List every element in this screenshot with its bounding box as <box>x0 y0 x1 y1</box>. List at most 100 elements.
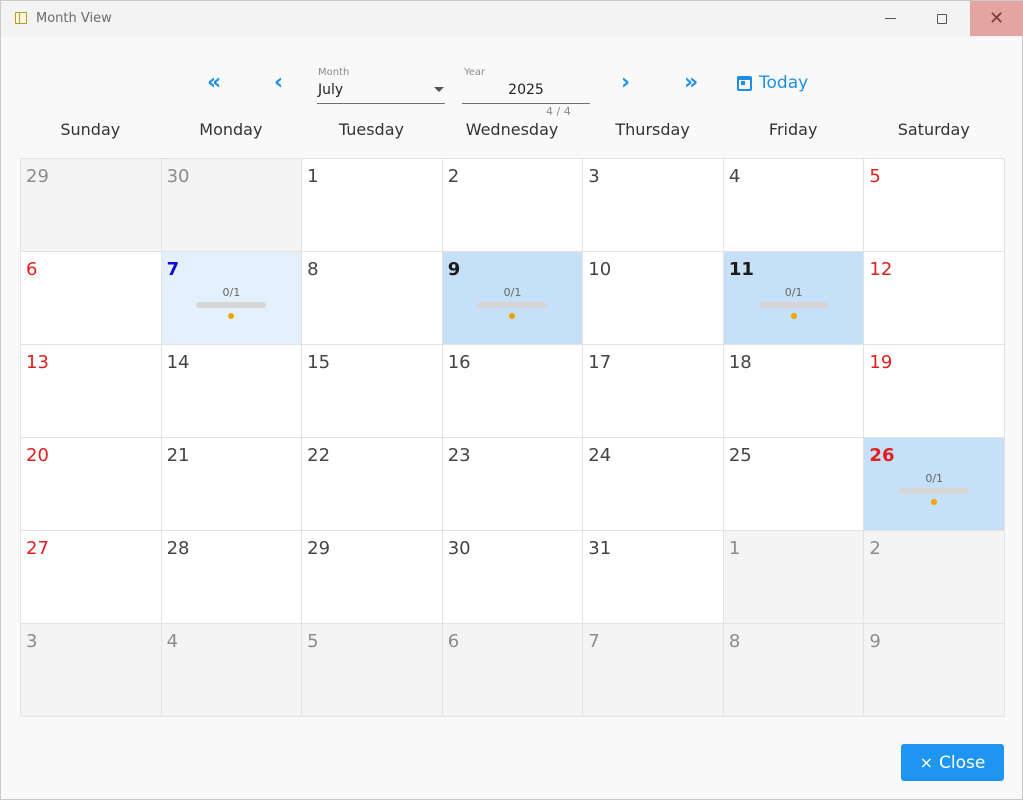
day-number: 2 <box>869 538 881 559</box>
weekday-label: Tuesday <box>338 120 404 139</box>
title-bar: Month View ✕ <box>1 1 1023 37</box>
day-cell[interactable]: 13 <box>21 345 162 438</box>
day-cell[interactable]: 23 <box>442 438 584 531</box>
day-number: 19 <box>869 352 893 373</box>
day-number: 8 <box>728 631 741 652</box>
day-cell[interactable]: 26 0/1 <box>864 438 1005 531</box>
day-number: 7 <box>166 259 180 280</box>
window-title: Month View <box>36 11 112 26</box>
today-button-label: Today <box>759 73 809 93</box>
day-number: 5 <box>869 166 881 187</box>
task-progress-bar <box>196 302 267 308</box>
day-number: 1 <box>728 538 741 559</box>
day-cell[interactable]: 18 <box>723 345 865 438</box>
day-number: 11 <box>728 259 754 280</box>
minimize-button[interactable] <box>867 1 913 36</box>
day-cell[interactable]: 24 <box>583 438 724 531</box>
day-cell[interactable]: 8 <box>723 624 865 717</box>
day-number: 4 <box>166 631 179 652</box>
close-icon: ✕ <box>988 7 1005 29</box>
day-cell[interactable]: 10 <box>583 252 724 345</box>
day-cell[interactable]: 30 <box>442 531 584 624</box>
day-number: 2 <box>447 166 460 187</box>
weekday-label: Thursday <box>615 120 690 139</box>
day-number: 10 <box>588 259 612 280</box>
day-cell[interactable]: 20 <box>21 438 162 531</box>
day-cell[interactable]: 21 <box>161 438 303 531</box>
day-cell[interactable]: 3 <box>583 159 724 252</box>
day-cell[interactable]: 6 <box>442 624 584 717</box>
day-cell[interactable]: 3 <box>21 624 162 717</box>
day-cell[interactable]: 29 <box>302 531 443 624</box>
day-cell[interactable]: 6 <box>21 252 162 345</box>
maximize-icon <box>937 13 947 24</box>
day-cell[interactable]: 27 <box>21 531 162 624</box>
day-cell[interactable]: 28 <box>161 531 303 624</box>
last-year-button[interactable]: » <box>684 71 698 95</box>
day-number: 22 <box>307 445 331 466</box>
month-select[interactable]: July <box>317 79 445 104</box>
weekday-label: Monday <box>199 120 263 139</box>
day-cell[interactable]: 5 <box>302 624 443 717</box>
day-cell[interactable]: 29 <box>21 159 162 252</box>
day-cell[interactable]: 5 <box>864 159 1005 252</box>
day-number: 29 <box>26 166 49 187</box>
day-number: 13 <box>26 352 49 373</box>
day-cell[interactable]: 11 0/1 <box>723 252 865 345</box>
day-cell[interactable]: 9 0/1 <box>442 252 584 345</box>
day-number: 28 <box>166 538 190 559</box>
day-number: 20 <box>26 445 49 466</box>
close-button[interactable]: × Close <box>901 744 1004 781</box>
day-cell[interactable]: 2 <box>864 531 1005 624</box>
next-month-button[interactable]: › <box>621 71 630 95</box>
task-indicator-dot <box>931 499 938 505</box>
day-cell[interactable]: 31 <box>583 531 724 624</box>
day-number: 24 <box>588 445 612 466</box>
close-icon: × <box>919 753 934 772</box>
day-cell[interactable]: 7 0/1 <box>161 252 303 345</box>
first-year-button[interactable]: « <box>207 71 221 95</box>
weekday-header: Sunday Monday Tuesday Wednesday Thursday Frid… <box>20 117 1004 143</box>
day-cell[interactable]: 1 <box>723 531 865 624</box>
window-close-button[interactable]: ✕ <box>970 1 1023 36</box>
day-number: 31 <box>588 538 612 559</box>
day-cell[interactable]: 9 <box>864 624 1005 717</box>
day-number: 6 <box>26 259 38 280</box>
day-number: 23 <box>447 445 471 466</box>
maximize-button[interactable] <box>919 1 965 36</box>
year-label: Year <box>464 67 486 78</box>
day-cell[interactable]: 8 <box>302 252 443 345</box>
day-cell[interactable]: 17 <box>583 345 724 438</box>
previous-month-button[interactable]: ‹ <box>274 71 283 95</box>
task-count: 0/1 <box>784 286 803 299</box>
day-number: 14 <box>166 352 190 373</box>
day-number: 3 <box>588 166 600 187</box>
task-progress-bar <box>477 302 548 308</box>
weekday-label: Wednesday <box>465 120 559 139</box>
day-cell[interactable]: 16 <box>442 345 584 438</box>
day-number: 16 <box>447 352 471 373</box>
day-cell[interactable]: 15 <box>302 345 443 438</box>
day-cell[interactable]: 30 <box>161 159 303 252</box>
day-cell[interactable]: 7 <box>583 624 724 717</box>
day-number: 8 <box>307 259 319 280</box>
day-number: 12 <box>869 259 893 280</box>
day-number: 17 <box>588 352 612 373</box>
day-cell[interactable]: 4 <box>161 624 303 717</box>
chevron-down-icon <box>434 87 444 92</box>
day-cell[interactable]: 1 <box>302 159 443 252</box>
today-button[interactable]: Today <box>737 71 808 95</box>
day-cell[interactable]: 22 <box>302 438 443 531</box>
day-cell[interactable]: 12 <box>864 252 1005 345</box>
day-number: 5 <box>307 631 319 652</box>
year-input[interactable]: 2025 <box>462 79 590 104</box>
day-cell[interactable]: 14 <box>161 345 303 438</box>
day-cell[interactable]: 19 <box>864 345 1005 438</box>
day-number: 1 <box>307 166 319 187</box>
day-number: 7 <box>588 631 600 652</box>
day-cell[interactable]: 25 <box>723 438 865 531</box>
day-cell[interactable]: 2 <box>442 159 584 252</box>
day-number: 9 <box>869 631 881 652</box>
month-label: Month <box>318 67 350 78</box>
day-cell[interactable]: 4 <box>723 159 865 252</box>
